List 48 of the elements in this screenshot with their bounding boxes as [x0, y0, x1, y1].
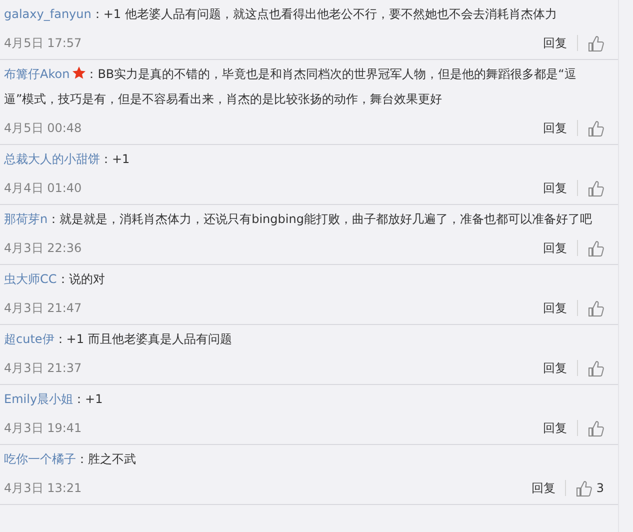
- thumbs-up-icon: [588, 240, 604, 256]
- username-link[interactable]: 总裁大人的小甜饼: [4, 152, 100, 166]
- comment-time: 4月5日 17:57: [4, 34, 83, 52]
- like-button[interactable]: [588, 420, 604, 436]
- username-link[interactable]: Emily晨小姐: [4, 392, 74, 406]
- like-button[interactable]: [588, 240, 604, 256]
- comment-text: Emily晨小姐：+1: [4, 391, 104, 408]
- comment-time: 4月5日 00:48: [4, 120, 83, 136]
- username-link[interactable]: 虫大师CC: [4, 272, 57, 286]
- like-button[interactable]: [588, 300, 604, 316]
- reply-link[interactable]: 回复: [543, 420, 567, 436]
- username-link[interactable]: 布篝仔Akon: [4, 67, 70, 81]
- thumbs-up-icon: [588, 120, 604, 136]
- reply-link[interactable]: 回复: [543, 180, 567, 196]
- username-link[interactable]: galaxy_fanyun: [4, 7, 92, 21]
- comment-time: 4月3日 19:41: [4, 420, 83, 436]
- reply-link[interactable]: 回复: [543, 120, 567, 136]
- username-link[interactable]: 吃你一个橘子: [4, 452, 76, 466]
- username-link[interactable]: 超cute伊: [4, 332, 54, 346]
- like-button[interactable]: 3: [576, 480, 604, 496]
- comment-text: galaxy_fanyun：+1 他老婆人品有问题，就这点也看得出他老公不行，要不然她也不会去消耗肖杰体力: [4, 6, 558, 23]
- reply-link[interactable]: 回复: [543, 34, 567, 52]
- comment-text: 虫大师CC：说的对: [4, 271, 106, 288]
- comment-time: 4月3日 13:21: [4, 480, 83, 496]
- reply-link[interactable]: 回复: [543, 300, 567, 316]
- comment-time: 4月3日 21:47: [4, 300, 83, 316]
- reply-link[interactable]: 回复: [543, 360, 567, 376]
- thumbs-up-icon: [588, 180, 604, 196]
- reply-link[interactable]: 回复: [531, 480, 556, 496]
- thumbs-up-icon: [588, 34, 604, 52]
- comment-time: 4月3日 21:37: [4, 360, 83, 376]
- comment-text: 吃你一个橘子：胜之不武: [4, 451, 137, 468]
- thumbs-up-icon: [588, 420, 604, 436]
- thumbs-up-icon: [588, 300, 604, 316]
- username-link[interactable]: 那荷芽n: [4, 212, 48, 226]
- like-button[interactable]: [588, 360, 604, 376]
- comment-text: 超cute伊：+1 而且他老婆真是人品有问题: [4, 331, 233, 348]
- thumbs-up-icon: [576, 480, 592, 496]
- comment-text: 那荷芽n：就是就是，消耗肖杰体力，还说只有bingbing能打败，曲子都放好几遍了，准备也都可以准备好了吧: [4, 211, 593, 228]
- comment-text: 总裁大人的小甜饼：+1: [4, 151, 131, 168]
- like-button[interactable]: [588, 120, 604, 136]
- reply-link[interactable]: 回复: [543, 240, 567, 256]
- thumbs-up-icon: [588, 360, 604, 376]
- comment-time: 4月4日 01:40: [4, 180, 83, 196]
- comment-time: 4月3日 22:36: [4, 240, 83, 256]
- like-button[interactable]: [588, 180, 604, 196]
- like-button[interactable]: [588, 34, 604, 52]
- comment-text: 布篝仔Akon ：BB实力是真的不错的，毕竟也是和肖杰同档次的世界冠军人物，但是他的舞蹈很多都是“逗逼”模式，技巧是有，但是不容易看出来，肖杰的是比较张扬的动作，舞台效果更好: [4, 65, 578, 108]
